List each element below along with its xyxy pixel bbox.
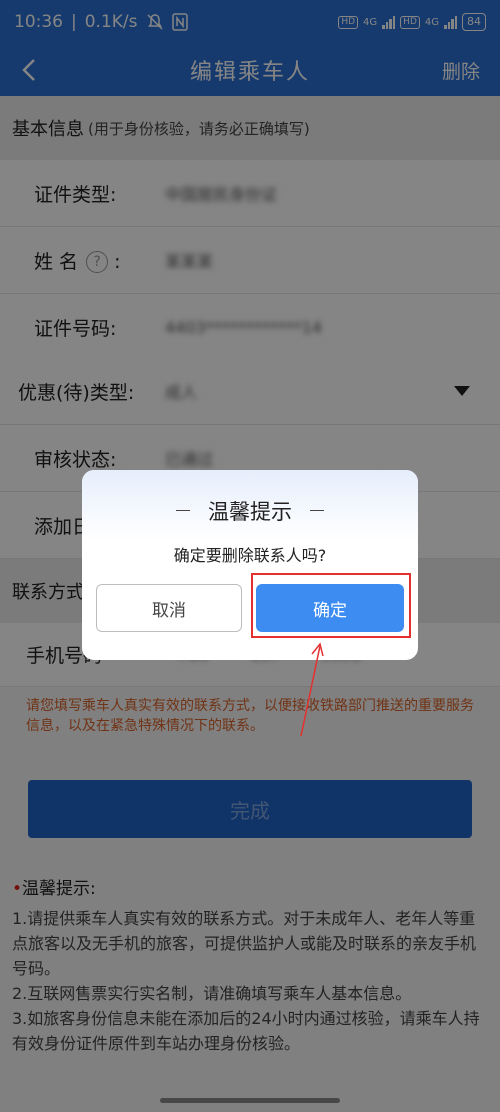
title-decor-right <box>310 510 324 511</box>
dialog-message: 确定要删除联系人吗? <box>173 546 327 565</box>
annotation-highlight-box <box>251 573 411 638</box>
cancel-button[interactable]: 取消 <box>96 584 242 632</box>
dialog-title: 温馨提示 <box>208 500 292 524</box>
annotation-arrow-icon <box>300 642 324 737</box>
